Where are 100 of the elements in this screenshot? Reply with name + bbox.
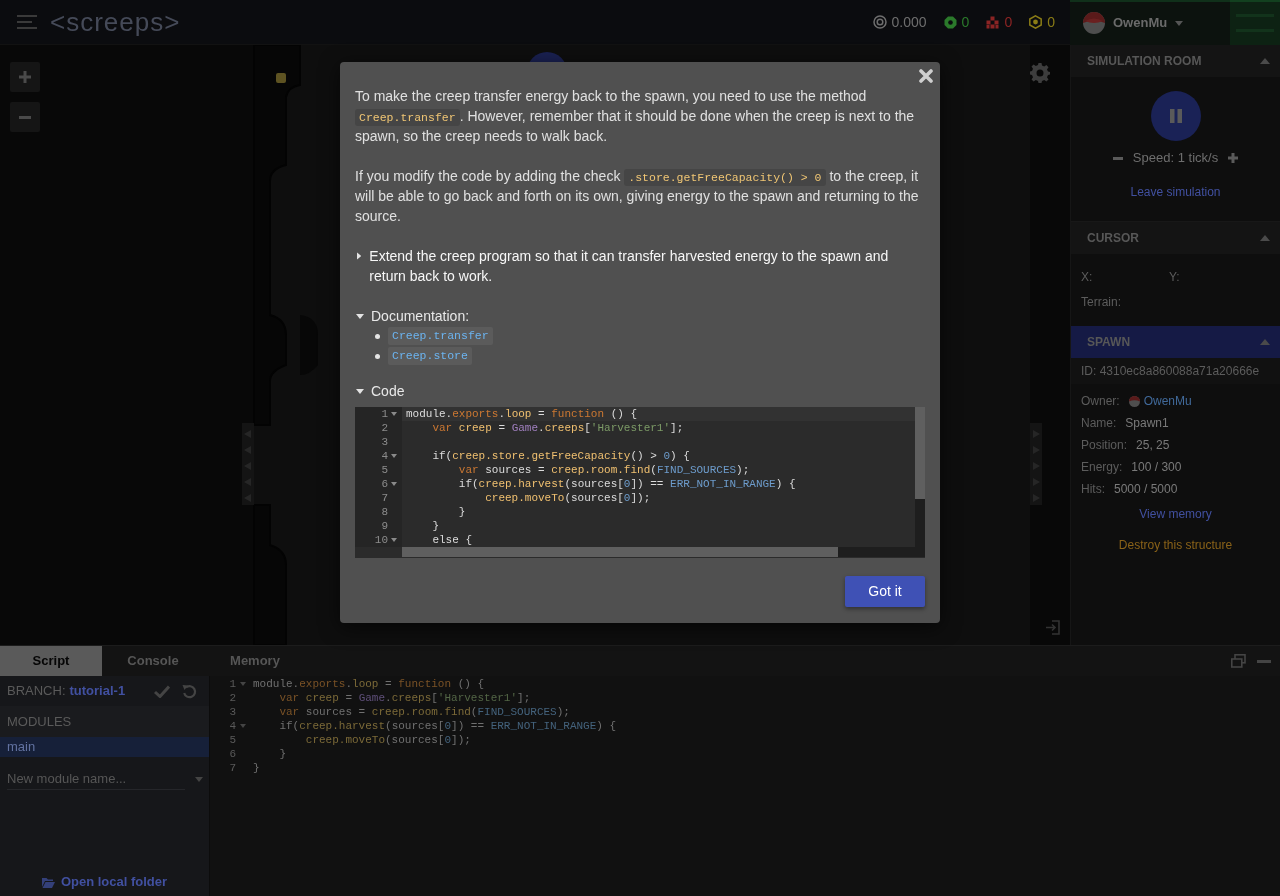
zoom-out-button[interactable] [10, 102, 40, 132]
field-label: X: [1081, 270, 1093, 284]
section-header[interactable]: CURSOR [1071, 222, 1280, 254]
exit-icon[interactable] [1045, 620, 1060, 635]
fold-icon[interactable] [391, 538, 397, 542]
section-toggle[interactable]: Documentation: [355, 306, 925, 326]
stat-value: 0 [1047, 12, 1055, 32]
leave-simulation-link[interactable]: Leave simulation [1130, 182, 1221, 202]
field-value: Spawn1 [1125, 415, 1169, 432]
fold-icon[interactable] [391, 482, 397, 486]
section-header[interactable]: SPAWN [1071, 326, 1280, 358]
logo[interactable]: <screeps> [50, 7, 181, 37]
tab[interactable]: Script [0, 646, 102, 676]
code-line: var creep = Game.creeps['Harvester1']; [279, 692, 531, 704]
line-number: 8 [381, 505, 388, 519]
module-name-input[interactable]: New module name... [7, 768, 185, 790]
field-label: Name: [1081, 415, 1117, 432]
close-icon[interactable] [919, 69, 933, 83]
fold-icon[interactable] [391, 412, 397, 416]
field-value: 5000 / 5000 [1114, 481, 1178, 498]
code-line: var sources = creep.room.find(FIND_SOURCES); [458, 464, 750, 476]
caret-down-icon [1175, 20, 1184, 26]
marker-icon [276, 73, 286, 83]
code-line: } [279, 748, 286, 760]
field-label: Terrain: [1081, 295, 1121, 309]
section-header[interactable]: SIMULATION ROOM [1071, 45, 1280, 77]
avatar-icon [1128, 395, 1140, 407]
code-line: else { [432, 534, 472, 546]
zoom-in-button[interactable] [10, 62, 40, 92]
doc-link[interactable]: Creep.store [388, 347, 472, 365]
plus-icon[interactable] [1228, 153, 1239, 163]
vertical-scrollbar[interactable] [915, 407, 925, 547]
code-line: } [253, 762, 260, 774]
open-folder-button[interactable]: Open local folder [41, 872, 168, 892]
menu-icon [17, 15, 37, 29]
horizontal-scrollbar[interactable] [402, 547, 925, 557]
branch-label: BRANCH: [7, 682, 66, 701]
avatar-icon [1083, 12, 1105, 34]
line-number: 4 [229, 719, 236, 733]
branch-name[interactable]: tutorial-1 [69, 681, 126, 701]
section-toggle[interactable]: Extend the creep program so that it can transfer harvested energy to the spawn and return back to work. [355, 246, 925, 286]
field-label: Y: [1169, 270, 1180, 284]
line-number: 5 [229, 733, 236, 747]
panel-toggle-button[interactable] [1230, 0, 1280, 45]
field-label: Owner: [1081, 393, 1120, 410]
windows-icon[interactable] [1231, 654, 1246, 668]
line-number: 7 [381, 491, 388, 505]
minimize-icon[interactable] [1257, 659, 1271, 663]
minus-icon[interactable] [1112, 156, 1123, 160]
code-line: module.exports.loop = function () { [406, 408, 638, 420]
undo-icon[interactable] [182, 683, 197, 699]
doc-link[interactable]: Creep.transfer [388, 327, 493, 345]
field-label: Position: [1081, 437, 1128, 454]
fold-icon[interactable] [391, 454, 397, 458]
line-number: 2 [229, 691, 236, 705]
stat-value: 0 [961, 12, 970, 32]
paragraph: To make the creep transfer energy back to the spawn, you need to use the method Creep.transfer . However, remember that it should be done when the creep is next to the spawn, so the creep needs to walk back. [355, 87, 916, 146]
modules-title: MODULES [7, 712, 72, 731]
line-number: 2 [381, 421, 388, 435]
stat-value: 0.000 [891, 12, 927, 32]
line-number: 6 [229, 747, 236, 761]
line-number: 6 [381, 477, 388, 491]
memory-link[interactable]: View memory [1139, 504, 1212, 524]
field-label: Hits: [1081, 481, 1105, 498]
fold-icon[interactable] [239, 682, 246, 686]
plus-icon [19, 71, 31, 83]
owner-link[interactable]: OwenMu [1143, 392, 1192, 410]
line-number: 9 [381, 519, 388, 533]
code-line: if(creep.harvest(sources[0]) == ERR_NOT_IN_RANGE) { [279, 720, 617, 732]
object-id: ID: 4310ec8a860088a71a20666e [1081, 363, 1260, 380]
line-number: 1 [381, 407, 388, 421]
code-line: var sources = creep.room.find(FIND_SOURCES); [279, 706, 570, 718]
caret-down-icon[interactable] [195, 776, 203, 782]
settings-icon[interactable] [1030, 63, 1050, 83]
folder-icon [41, 876, 55, 888]
line-number: 1 [229, 677, 236, 691]
code-line: if(creep.harvest(sources[0]) == ERR_NOT_IN_RANGE) { [458, 478, 796, 490]
pause-button[interactable] [1150, 91, 1201, 141]
line-number: 10 [374, 533, 388, 547]
paragraph: If you modify the code by adding the check .store.getFreeCapacity() > 0 to the creep, it will be able to go back and forth on its own, giving energy to the spawn and returning to the source. [355, 167, 920, 226]
check-icon[interactable] [154, 684, 170, 698]
field-value: 100 / 300 [1131, 459, 1182, 476]
code-line: } [432, 520, 439, 532]
code-line: } [458, 506, 466, 518]
stat-value: 0 [1004, 12, 1013, 32]
section-toggle[interactable]: Code [355, 381, 925, 401]
fold-icon[interactable] [239, 724, 246, 728]
code-line: creep.moveTo(sources[0]); [485, 492, 651, 504]
code-line: creep.moveTo(sources[0]); [305, 734, 471, 746]
code-line: module.exports.loop = function () { [253, 678, 485, 690]
destroy-link[interactable]: Destroy this structure [1118, 535, 1233, 555]
line-number: 7 [229, 761, 236, 775]
module-item[interactable]: main [0, 737, 209, 757]
bullet-icon [375, 333, 380, 339]
user-menu-button[interactable]: OwenMu [1070, 0, 1230, 45]
code-line: var creep = Game.creeps['Harvester1']; [432, 422, 684, 434]
got-it-button[interactable]: Got it [845, 576, 925, 607]
bullet-icon [375, 353, 380, 359]
code-line: if(creep.store.getFreeCapacity() > 0) { [432, 450, 690, 462]
line-number: 4 [381, 449, 388, 463]
